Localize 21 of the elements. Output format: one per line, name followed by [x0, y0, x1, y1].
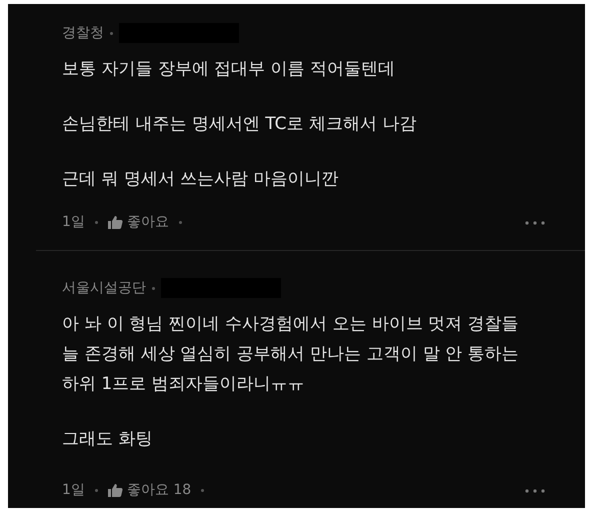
separator-dot [94, 488, 98, 492]
more-icon [525, 488, 545, 493]
separator-dot [110, 32, 113, 34]
separator-dot [178, 220, 182, 224]
timestamp: 1일 [62, 480, 85, 500]
comment-text: 근데 뭐 명세서 쓰는사람 마음이니깐 [62, 168, 340, 191]
separator-dot [94, 220, 98, 224]
comment-text: 손님한테 내주는 명세서엔 TC로 체크해서 나감 [62, 113, 418, 136]
comment-text: 보통 자기들 장부에 접대부 이름 적어둘텐데 [62, 58, 396, 81]
comment-text: 아 놔 이 형님 찐이네 수사경험에서 오는 바이브 멋져 경찰들 늘 존경해 세상 열심히 공부해서 만나는 고객이 말 안 통하는 하위 1프로 범죄자들이라니ㅠㅠ [62, 313, 520, 396]
more-icon [525, 220, 545, 225]
like-button[interactable]: 좋아요 18 [108, 480, 192, 500]
thumbs-up-icon [108, 483, 123, 497]
separator-dot [152, 286, 155, 290]
comment-text: 그래도 화팅 [62, 428, 154, 451]
company-name: 경찰청 [62, 24, 104, 42]
timestamp: 1일 [62, 212, 85, 232]
like-button[interactable]: 좋아요 [108, 212, 169, 232]
separator-dot [201, 488, 204, 492]
thumbs-up-icon [108, 215, 123, 229]
company-name: 서울시설공단 [62, 278, 146, 298]
